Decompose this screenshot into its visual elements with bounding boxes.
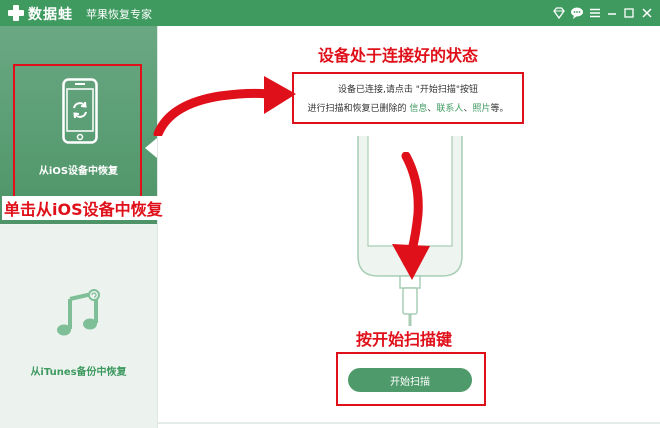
sidebar-item-ios-device[interactable]: 从iOS设备中恢复: [0, 26, 157, 224]
sidebar-item-itunes-backup[interactable]: 从iTunes备份中恢复: [0, 225, 157, 428]
instruction-box: 设备已连接,请点击 "开始扫描"按钮 进行扫描和恢复已删除的 信息、联系人、照片…: [292, 72, 524, 124]
instruction-line-1: 设备已连接,请点击 "开始扫描"按钮: [337, 85, 478, 95]
diamond-icon[interactable]: [552, 6, 566, 20]
arrow-right-icon: [153, 76, 296, 136]
annotation-press-scan-text: 按开始扫描键: [356, 330, 453, 349]
title-bar: 数据蛙 苹果恢复专家: [0, 0, 660, 26]
instruction-suffix: 等。: [490, 104, 509, 114]
annotation-status-text: 设备处于连接好的状态: [318, 46, 479, 65]
highlight-photos: 照片: [472, 104, 491, 114]
annotation-box-ios: [13, 64, 142, 210]
chat-icon[interactable]: [570, 6, 584, 20]
sidebar: 从iOS设备中恢复 从iTunes备份中恢复: [0, 26, 157, 428]
music-note-icon: [57, 289, 100, 336]
sidebar-item-label: 从iTunes备份中恢复: [30, 367, 127, 378]
start-scan-button[interactable]: 开始扫描: [348, 368, 472, 392]
bottom-divider: [158, 422, 660, 424]
active-pointer: [145, 138, 157, 158]
annotation-click-ios-text: 单击从iOS设备中恢复: [2, 196, 165, 220]
app-subtitle: 苹果恢复专家: [86, 8, 152, 21]
instruction-prefix: 进行扫描和恢复已删除的: [307, 104, 410, 114]
app-window: 数据蛙 苹果恢复专家 从iOS设备中恢复 从iTunes备份中恢复 设备已连接,…: [0, 0, 660, 428]
instruction-line-2: 进行扫描和恢复已删除的 信息、联系人、照片等。: [294, 101, 522, 114]
highlight-contacts: 联系人: [436, 104, 464, 114]
close-icon[interactable]: [640, 6, 654, 20]
brand-name: 数据蛙: [28, 7, 73, 23]
maximize-icon[interactable]: [622, 6, 636, 20]
menu-icon[interactable]: [588, 6, 602, 20]
logo-plus-icon: [8, 5, 24, 21]
arrow-down-icon: [392, 152, 430, 280]
highlight-messages: 信息: [409, 104, 428, 114]
minimize-icon[interactable]: [605, 6, 619, 20]
